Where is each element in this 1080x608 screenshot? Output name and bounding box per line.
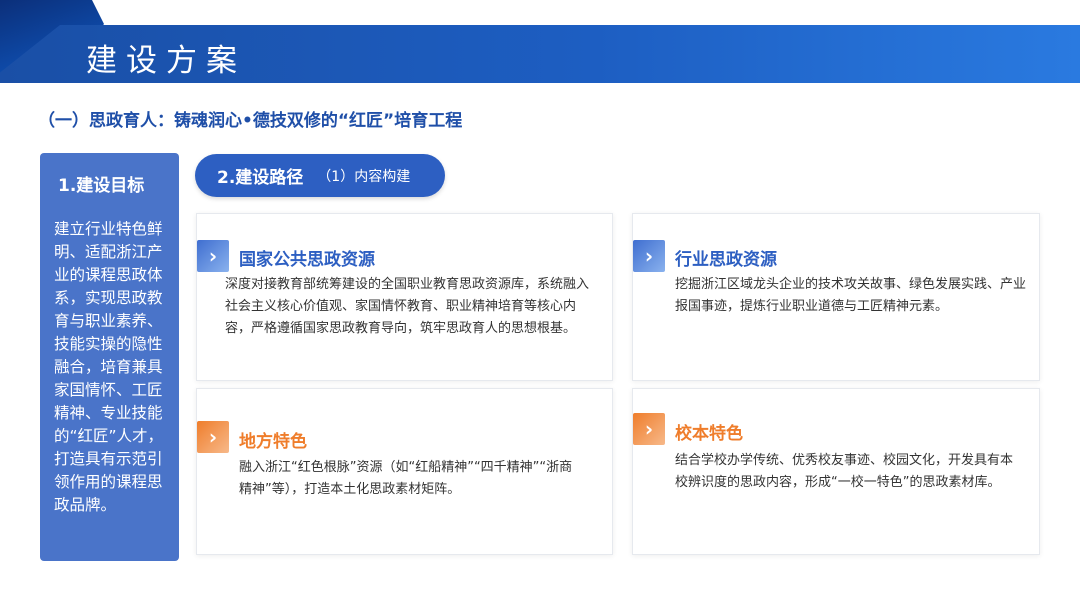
page-title: 建设方案 <box>86 43 246 79</box>
path-pill: 2.建设路径 （1）内容构建 <box>195 154 445 197</box>
goal-panel: 1.建设目标 建立行业特色鲜明、适配浙江产业的课程思政体系，实现思政教育与职业素… <box>40 153 179 561</box>
goal-title: 1.建设目标 <box>58 176 145 196</box>
card-industry-resources: › 行业思政资源 挖掘浙江区域龙头企业的技术攻关故事、绿色发展实践、产业报国事迹… <box>632 213 1040 381</box>
card-school-features: › 校本特色 结合学校办学传统、优秀校友事迹、校园文化，开发具有本校辨识度的思政… <box>632 388 1040 555</box>
goal-text: 建立行业特色鲜明、适配浙江产业的课程思政体系，实现思政教育与职业素养、技能实操的… <box>54 220 164 514</box>
chevron-right-icon: › <box>197 240 229 272</box>
card-national-resources: › 国家公共思政资源 深度对接教育部统筹建设的全国职业教育思政资源库，系统融入社… <box>196 213 613 381</box>
card-title: 校本特色 <box>675 424 743 444</box>
section-subtitle: （一）思政育人：铸魂润心•德技双修的“红匠”培育工程 <box>38 111 463 131</box>
chevron-right-icon: › <box>633 240 665 272</box>
card-body: 结合学校办学传统、优秀校友事迹、校园文化，开发具有本校辨识度的思政内容，形成“一… <box>675 453 1014 490</box>
card-body: 挖掘浙江区域龙头企业的技术攻关故事、绿色发展实践、产业报国事迹，提炼行业职业道德… <box>675 277 1027 314</box>
path-sub-label: （1）内容构建 <box>317 168 411 185</box>
path-label: 2.建设路径 <box>217 168 304 188</box>
chevron-right-icon: › <box>633 413 665 445</box>
chevron-right-icon: › <box>197 421 229 453</box>
card-local-features: › 地方特色 融入浙江“红色根脉”资源（如“红船精神”“四千精神”“浙商精神”等… <box>196 388 613 555</box>
card-title: 行业思政资源 <box>675 250 777 270</box>
card-title: 国家公共思政资源 <box>239 250 375 270</box>
card-body: 深度对接教育部统筹建设的全国职业教育思政资源库，系统融入社会主义核心价值观、家国… <box>225 277 590 336</box>
card-title: 地方特色 <box>239 432 307 452</box>
card-body: 融入浙江“红色根脉”资源（如“红船精神”“四千精神”“浙商精神”等），打造本土化… <box>239 460 573 497</box>
